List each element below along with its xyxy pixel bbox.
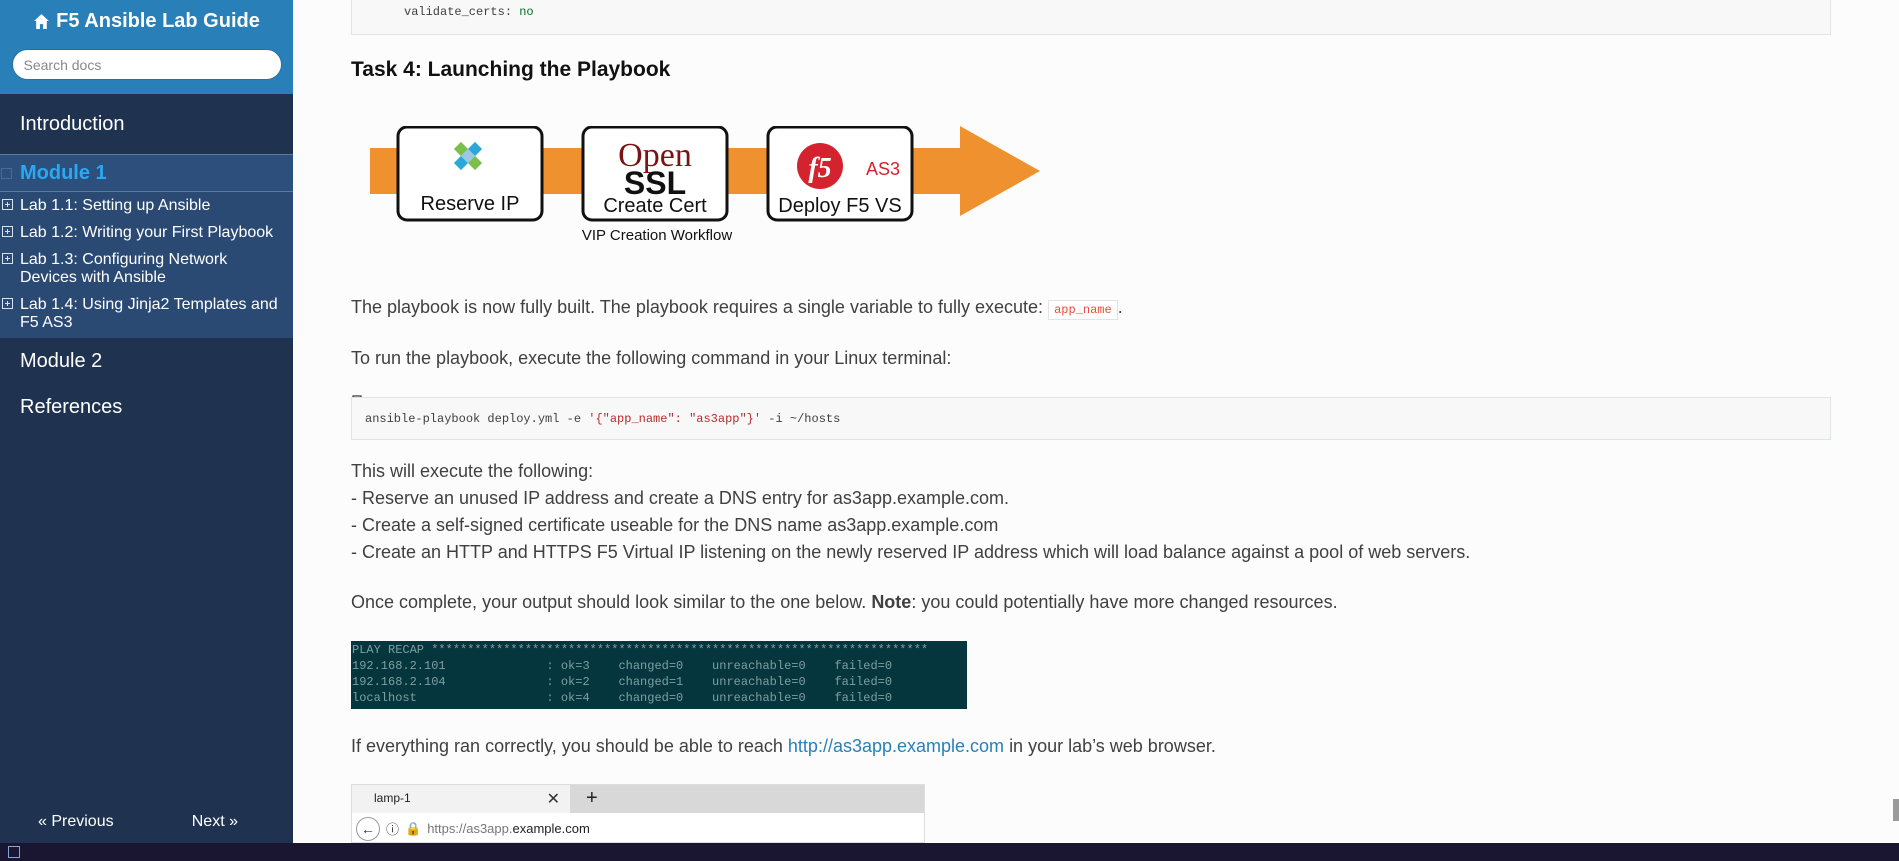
nav-item-introduction[interactable]: Introduction	[0, 94, 293, 154]
paragraph-text: : you could potentially have more change…	[911, 592, 1338, 612]
sidebar-item-label: Lab 1.4: Using Jinja2 Templates and F5 A…	[20, 296, 278, 331]
previous-button[interactable]: « Previous	[38, 813, 114, 831]
workflow-diagram: Reserve IP Open SSL Create Cert f5 AS3 D…	[370, 126, 1040, 244]
info-icon: ⓘ	[386, 822, 400, 837]
code-key: validate_certs:	[404, 5, 513, 19]
sidebar-item-lab-1-4[interactable]: Lab 1.4: Using Jinja2 Templates and F5 A…	[0, 291, 293, 336]
recap-line: PLAY RECAP *****************************…	[352, 643, 929, 657]
paragraph-text: If everything ran correctly, you should …	[351, 736, 783, 756]
browser-tabbar: lamp-1 ✕ +	[352, 785, 924, 813]
page-heading: Task 4: Launching the Playbook	[351, 58, 671, 81]
sidebar-item-label: Lab 1.3: Configuring Network Devices wit…	[20, 251, 228, 286]
brand-title: F5 Ansible Lab Guide	[56, 10, 260, 32]
close-tab-icon: ✕	[546, 791, 560, 808]
pager: « Previous Next »	[0, 813, 293, 831]
sidebar-item-label: Lab 1.2: Writing your First Playbook	[20, 224, 274, 241]
sidebar-item-label: Lab 1.1: Setting up Ansible	[20, 197, 211, 214]
nav-item-label: Introduction	[20, 112, 125, 135]
paragraph-reach-app: If everything ran correctly, you should …	[351, 734, 1216, 758]
search-input[interactable]	[11, 49, 282, 80]
sidebar: F5 Ansible Lab Guide Introduction Module…	[0, 0, 293, 843]
paragraph-run-instructions: To run the playbook, execute the followi…	[351, 348, 952, 368]
nav-menu: Introduction Module 1 Lab 1.1: Setting u…	[0, 94, 293, 430]
page-scrollbar-thumb[interactable]	[1893, 799, 1899, 821]
recap-line: 192.168.2.101 : ok=3 changed=0 unreachab…	[352, 659, 893, 673]
step-item: - Reserve an unused IP address and creat…	[351, 488, 1010, 508]
nav-item-label: Module 1	[20, 161, 107, 184]
new-tab-icon: +	[586, 787, 598, 809]
url-domain: example.com	[512, 821, 590, 836]
sidebar-item-lab-1-1[interactable]: Lab 1.1: Setting up Ansible	[0, 192, 293, 219]
play-recap-terminal: PLAY RECAP *****************************…	[351, 641, 967, 709]
lock-icon: 🔒	[405, 820, 422, 836]
expand-icon[interactable]	[2, 253, 13, 264]
nav-item-label: References	[20, 395, 123, 418]
execution-steps: This will execute the following: - Reser…	[351, 458, 1470, 566]
browser-url: https://as3app.example.com	[427, 821, 590, 836]
collapse-icon[interactable]	[1, 168, 12, 179]
paragraph-text: Once complete, your output should look s…	[351, 592, 867, 612]
paragraph-playbook-built: The playbook is now fully built. The pla…	[351, 295, 1123, 322]
nav-item-module-2[interactable]: Module 2	[0, 338, 293, 384]
home-icon	[34, 14, 50, 29]
module-1-subitems: Lab 1.1: Setting up Ansible Lab 1.2: Wri…	[0, 192, 293, 338]
as3app-link[interactable]: http://as3app.example.com	[788, 736, 1004, 756]
code-value: no	[519, 5, 534, 19]
paragraph-text: The playbook is now fully built. The pla…	[351, 297, 1044, 317]
brand-link[interactable]: F5 Ansible Lab Guide	[33, 10, 260, 33]
nav-item-references[interactable]: References	[0, 384, 293, 430]
back-arrow-icon: ←	[356, 816, 380, 841]
browser-tab: lamp-1 ✕	[352, 785, 570, 813]
paragraph-punctuation: .	[1117, 297, 1123, 317]
recap-line: 192.168.2.104 : ok=2 changed=1 unreachab…	[352, 675, 893, 689]
inline-code-app-name: app_name	[1048, 300, 1118, 320]
command-suffix: -i ~/hosts	[761, 412, 841, 426]
sidebar-item-lab-1-2[interactable]: Lab 1.2: Writing your First Playbook	[0, 219, 293, 246]
nav-item-label: Module 2	[20, 349, 103, 372]
step-item: - Create a self-signed certificate useab…	[351, 515, 999, 535]
deploy-vs-label: Deploy F5 VS	[778, 195, 901, 217]
command-code-block: ansible-playbook deploy.yml -e '{"app_na…	[351, 397, 1831, 440]
browser-screenshot: lamp-1 ✕ + ← ⓘ 🔒 https://as3app.example.…	[351, 784, 925, 843]
expand-icon[interactable]	[2, 226, 13, 237]
reserve-ip-label: Reserve IP	[421, 193, 520, 215]
browser-urlbar: ← ⓘ 🔒 https://as3app.example.com	[352, 813, 924, 842]
paragraph-output-note: Once complete, your output should look s…	[351, 590, 1338, 614]
taskbar-app-icon[interactable]	[8, 846, 20, 858]
paragraph-text: in your lab’s web browser.	[1009, 736, 1216, 756]
expand-icon[interactable]	[2, 298, 13, 309]
code-block-top: validate_certs: no	[351, 0, 1831, 35]
steps-intro: This will execute the following:	[351, 461, 594, 481]
note-label: Note	[871, 592, 912, 612]
taskbar	[0, 843, 1899, 861]
recap-line: localhost : ok=4 changed=0 unreachable=0…	[352, 691, 893, 705]
command-arg: '{"app_name": "as3app"}'	[588, 412, 762, 426]
expand-icon[interactable]	[2, 199, 13, 210]
sidebar-item-lab-1-3[interactable]: Lab 1.3: Configuring Network Devices wit…	[0, 246, 293, 291]
main-content: validate_certs: no Task 4: Launching the…	[351, 0, 1831, 843]
as3-badge: AS3	[866, 159, 900, 179]
step-item: - Create an HTTP and HTTPS F5 Virtual IP…	[351, 542, 1471, 562]
browser-tab-label: lamp-1	[374, 791, 411, 805]
command-text: ansible-playbook deploy.yml -e	[365, 412, 589, 426]
url-prefix: https://as3app.	[427, 821, 513, 836]
nav-item-module-1[interactable]: Module 1	[0, 154, 293, 192]
create-cert-label: Create Cert	[603, 195, 707, 217]
f5-logo-text: f5	[808, 153, 831, 184]
next-button[interactable]: Next »	[192, 813, 238, 831]
sidebar-header: F5 Ansible Lab Guide	[0, 0, 293, 94]
diagram-caption: VIP Creation Workflow	[582, 227, 733, 244]
